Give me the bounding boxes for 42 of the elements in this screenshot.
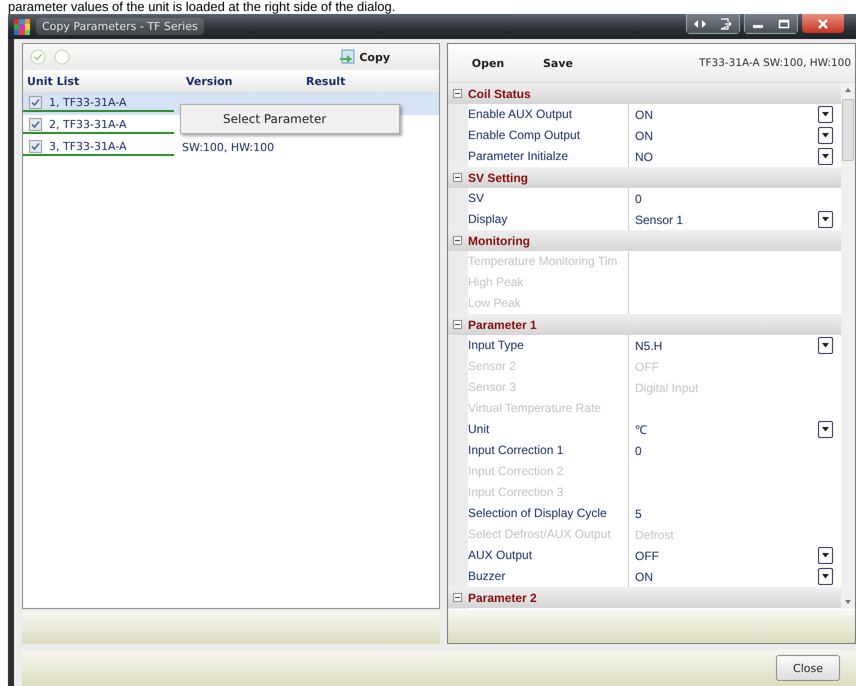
property-label: Input Type	[468, 335, 629, 356]
property-value: ON	[635, 108, 653, 122]
category-title: Parameter 1	[468, 318, 537, 332]
property-label: Virtual Temperature Rate	[468, 398, 629, 419]
property-value: OFF	[635, 360, 659, 374]
property-label: Temperature Monitoring Tim	[468, 251, 629, 272]
property-label: Enable Comp Output	[468, 125, 629, 146]
property-value: N5.H	[635, 338, 662, 352]
caption-text: parameter values of the unit is loaded at the right side of the dialog.	[7, 0, 396, 14]
property-value: OFF	[635, 548, 659, 562]
property-value: ON	[635, 128, 653, 142]
property-value: Digital Input	[635, 380, 698, 394]
property-value: ON	[635, 570, 653, 584]
property-label: AUX Output	[468, 545, 629, 566]
property-value: NO	[635, 150, 653, 164]
property-value: Sensor 1	[635, 212, 684, 226]
property-label: SV	[468, 188, 629, 209]
property-label: Unit	[468, 419, 629, 440]
property-value: ℃	[635, 422, 647, 438]
property-label: Sensor 2	[468, 356, 629, 377]
window-title: Copy Parameters - TF Series	[36, 18, 204, 35]
category-title: Parameter 2	[468, 590, 537, 604]
property-label: Input Correction 1	[468, 440, 629, 461]
property-value: 5	[635, 506, 642, 520]
unit-name: 3, TF33-31A-A	[49, 140, 127, 152]
property-label: Enable AUX Output	[468, 104, 629, 125]
property-label: Sensor 3	[468, 377, 629, 398]
version-text: SW:100, HW:100	[181, 140, 274, 154]
property-label: Input Correction 3	[468, 482, 629, 503]
unit-name: 1, TF33-31A-A	[49, 96, 127, 108]
property-value: Defrost	[635, 528, 674, 542]
property-label: Selection of Display Cycle	[468, 503, 629, 524]
property-label: Input Correction 2	[468, 461, 629, 482]
property-label: High Peak	[468, 272, 629, 293]
unit-name: 2, TF33-31A-A	[49, 118, 127, 130]
property-value: 0	[635, 192, 642, 206]
category-title: SV Setting	[468, 170, 528, 184]
category-title: Coil Status	[468, 86, 531, 100]
unit-info-text: TF33-31A-A SW:100, HW:100	[699, 57, 851, 69]
property-label: Select Defrost/AUX Output	[468, 524, 629, 545]
category-title: Monitoring	[468, 234, 530, 248]
property-value: 0	[635, 444, 642, 458]
